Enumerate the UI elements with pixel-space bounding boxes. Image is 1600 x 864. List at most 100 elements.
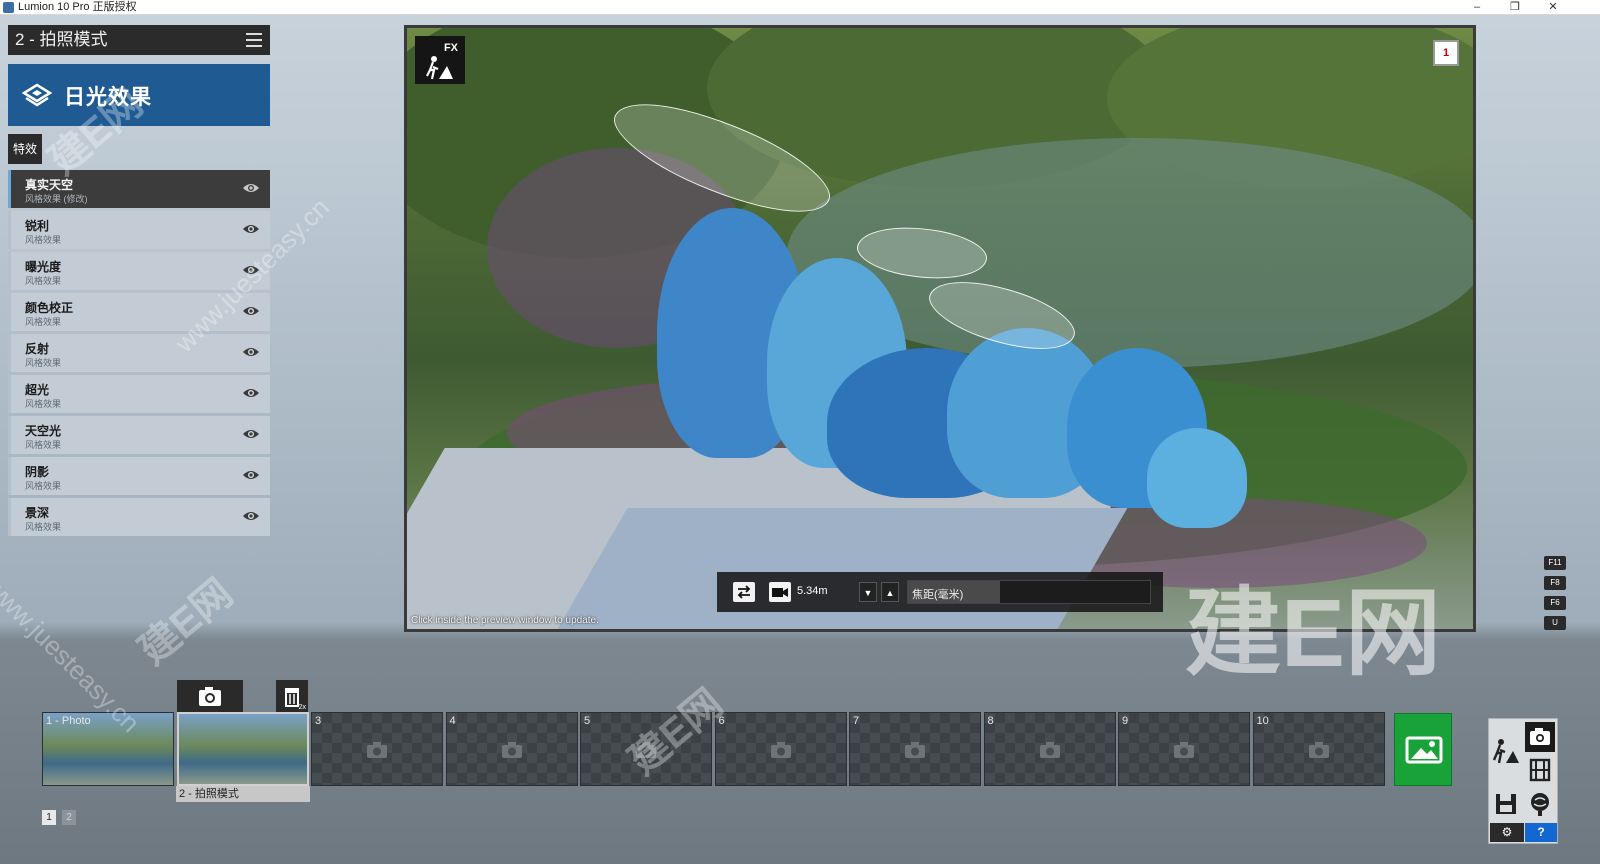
preview-viewport[interactable]: FX 1 5.34m ▼ ▲ 焦距(毫米) Click inside the p… — [407, 28, 1473, 629]
empty-photo-slot[interactable]: 6 — [714, 712, 847, 786]
preview-hint: Click inside the preview window to updat… — [411, 615, 599, 626]
visibility-eye-icon[interactable] — [242, 386, 260, 400]
effect-subtitle: 风格效果 — [25, 481, 62, 491]
empty-photo-slot[interactable]: 8 — [983, 712, 1116, 786]
effect-subtitle: 风格效果 — [25, 522, 62, 532]
visibility-eye-icon[interactable] — [242, 304, 260, 318]
effect-subtitle: 风格效果 — [25, 399, 62, 409]
settings-button[interactable]: ⚙ — [1490, 823, 1524, 842]
shortcut-key-hint[interactable]: F11 — [1544, 556, 1566, 570]
photo-slot[interactable]: 1 - Photo — [42, 712, 174, 786]
delete-badge: 2x — [298, 704, 306, 711]
effect-item[interactable]: 反射 风格效果 — [8, 334, 270, 372]
panorama-mode-button[interactable] — [1525, 789, 1555, 819]
slot-label: 8 — [987, 715, 994, 727]
effect-subtitle: 风格效果 — [25, 235, 62, 245]
effects-list: 真实天空 风格效果 (修改) 锐利 风格效果 曝光度 风格效果 颜色校正 风格效果 反射 风格效果… — [8, 170, 270, 539]
focal-length-slider[interactable]: 焦距(毫米) — [907, 580, 1151, 604]
effect-name: 景深 — [25, 506, 50, 520]
visibility-eye-icon[interactable] — [242, 345, 260, 359]
render-image-icon — [1405, 736, 1443, 764]
effect-name: 超光 — [25, 383, 50, 397]
sunlight-effect-banner[interactable]: 日光效果 — [8, 64, 270, 126]
visibility-eye-icon[interactable] — [242, 263, 260, 277]
walk-mode-icon — [1492, 739, 1519, 764]
slot-label: 6 — [718, 715, 725, 727]
video-camera-icon — [772, 588, 788, 597]
save-button[interactable] — [1491, 789, 1521, 819]
tab-effects[interactable]: 特效 — [8, 134, 42, 164]
effect-item[interactable]: 颜色校正 风格效果 — [8, 293, 270, 331]
delete-photo-button[interactable]: 2x — [276, 680, 308, 712]
render-button[interactable] — [1394, 713, 1452, 786]
layers-icon — [22, 83, 52, 107]
effect-subtitle: 风格效果 — [25, 440, 62, 450]
camera-down-button[interactable]: ▼ — [859, 582, 877, 602]
camera-distance: 5.34m — [797, 585, 828, 597]
effect-subtitle: 风格效果 (修改) — [25, 194, 88, 204]
visibility-eye-icon[interactable] — [242, 509, 260, 523]
slot-label: 4 — [449, 715, 456, 727]
empty-photo-slot[interactable]: 9 — [1118, 712, 1250, 786]
effect-item[interactable]: 真实天空 风格效果 (修改) — [8, 170, 270, 208]
help-button[interactable]: ? — [1525, 823, 1557, 842]
hamburger-menu-icon[interactable] — [246, 33, 262, 47]
visibility-eye-icon[interactable] — [242, 468, 260, 482]
empty-photo-slot[interactable]: 7 — [849, 712, 981, 786]
walk-mode-icon — [426, 56, 453, 80]
empty-slot-camera-icon — [636, 742, 656, 758]
camera-height-button[interactable] — [769, 582, 791, 602]
effect-item[interactable]: 锐利 风格效果 — [8, 211, 270, 249]
photo-mode-button[interactable] — [1525, 722, 1555, 752]
effect-subtitle: 风格效果 — [25, 317, 62, 327]
camera-swap-button[interactable] — [733, 582, 755, 602]
photo-slot[interactable] — [176, 712, 309, 786]
watermark-brand: 建E网 — [130, 570, 241, 674]
empty-photo-slot[interactable]: 10 — [1252, 712, 1385, 786]
mode-title-bar: 2 - 拍照模式 — [8, 25, 270, 55]
maximize-button[interactable]: ❐ — [1500, 0, 1530, 15]
effect-item[interactable]: 景深 风格效果 — [8, 498, 270, 536]
mode-switch-panel: ⚙ ? — [1488, 718, 1558, 844]
empty-slot-camera-icon — [770, 742, 791, 758]
shortcut-key-hint[interactable]: U — [1544, 616, 1566, 630]
window-title: Lumion 10 Pro 正版授权 — [18, 1, 137, 13]
floppy-disk-icon — [1496, 794, 1516, 814]
page-1-button[interactable]: 1 — [42, 810, 56, 825]
camera-toolbar: 5.34m ▼ ▲ 焦距(毫米) — [717, 572, 1163, 612]
effect-item[interactable]: 曝光度 风格效果 — [8, 252, 270, 290]
empty-slot-camera-icon — [367, 742, 387, 758]
empty-slot-camera-icon — [1039, 742, 1060, 758]
capture-photo-button[interactable] — [177, 680, 243, 712]
effect-item[interactable]: 超光 风格效果 — [8, 375, 270, 413]
fx-label: FX — [443, 42, 458, 54]
build-mode-button[interactable] — [1491, 737, 1521, 767]
minimize-button[interactable]: – — [1462, 0, 1492, 15]
effect-name: 反射 — [25, 342, 50, 356]
globe-person-icon — [1531, 793, 1549, 816]
shortcut-key-hint[interactable]: F6 — [1544, 596, 1566, 610]
effect-item[interactable]: 天空光 风格效果 — [8, 416, 270, 454]
wave-sculpture — [1147, 428, 1247, 528]
effect-name: 天空光 — [25, 424, 62, 438]
effect-subtitle: 风格效果 — [25, 276, 62, 286]
page-2-button[interactable]: 2 — [62, 810, 76, 825]
slot-label: 7 — [853, 715, 860, 727]
slot-label: 5 — [584, 715, 591, 727]
visibility-eye-icon[interactable] — [242, 427, 260, 441]
swap-camera-icon — [737, 585, 751, 599]
close-button[interactable]: ✕ — [1538, 0, 1568, 15]
effect-item[interactable]: 阴影 风格效果 — [8, 457, 270, 495]
camera-number-badge[interactable]: 1 — [1433, 40, 1459, 66]
camera-up-button[interactable]: ▲ — [881, 582, 899, 602]
visibility-eye-icon[interactable] — [242, 181, 260, 195]
empty-photo-slot[interactable]: 3 — [311, 712, 443, 786]
empty-slot-camera-icon — [501, 742, 522, 758]
visibility-eye-icon[interactable] — [242, 222, 260, 236]
empty-photo-slot[interactable]: 5 — [580, 712, 712, 786]
effect-subtitle: 风格效果 — [25, 358, 62, 368]
movie-mode-button[interactable] — [1525, 755, 1555, 785]
empty-photo-slot[interactable]: 4 — [445, 712, 578, 786]
fx-button[interactable]: FX — [415, 36, 465, 84]
shortcut-key-hint[interactable]: F8 — [1544, 576, 1566, 590]
